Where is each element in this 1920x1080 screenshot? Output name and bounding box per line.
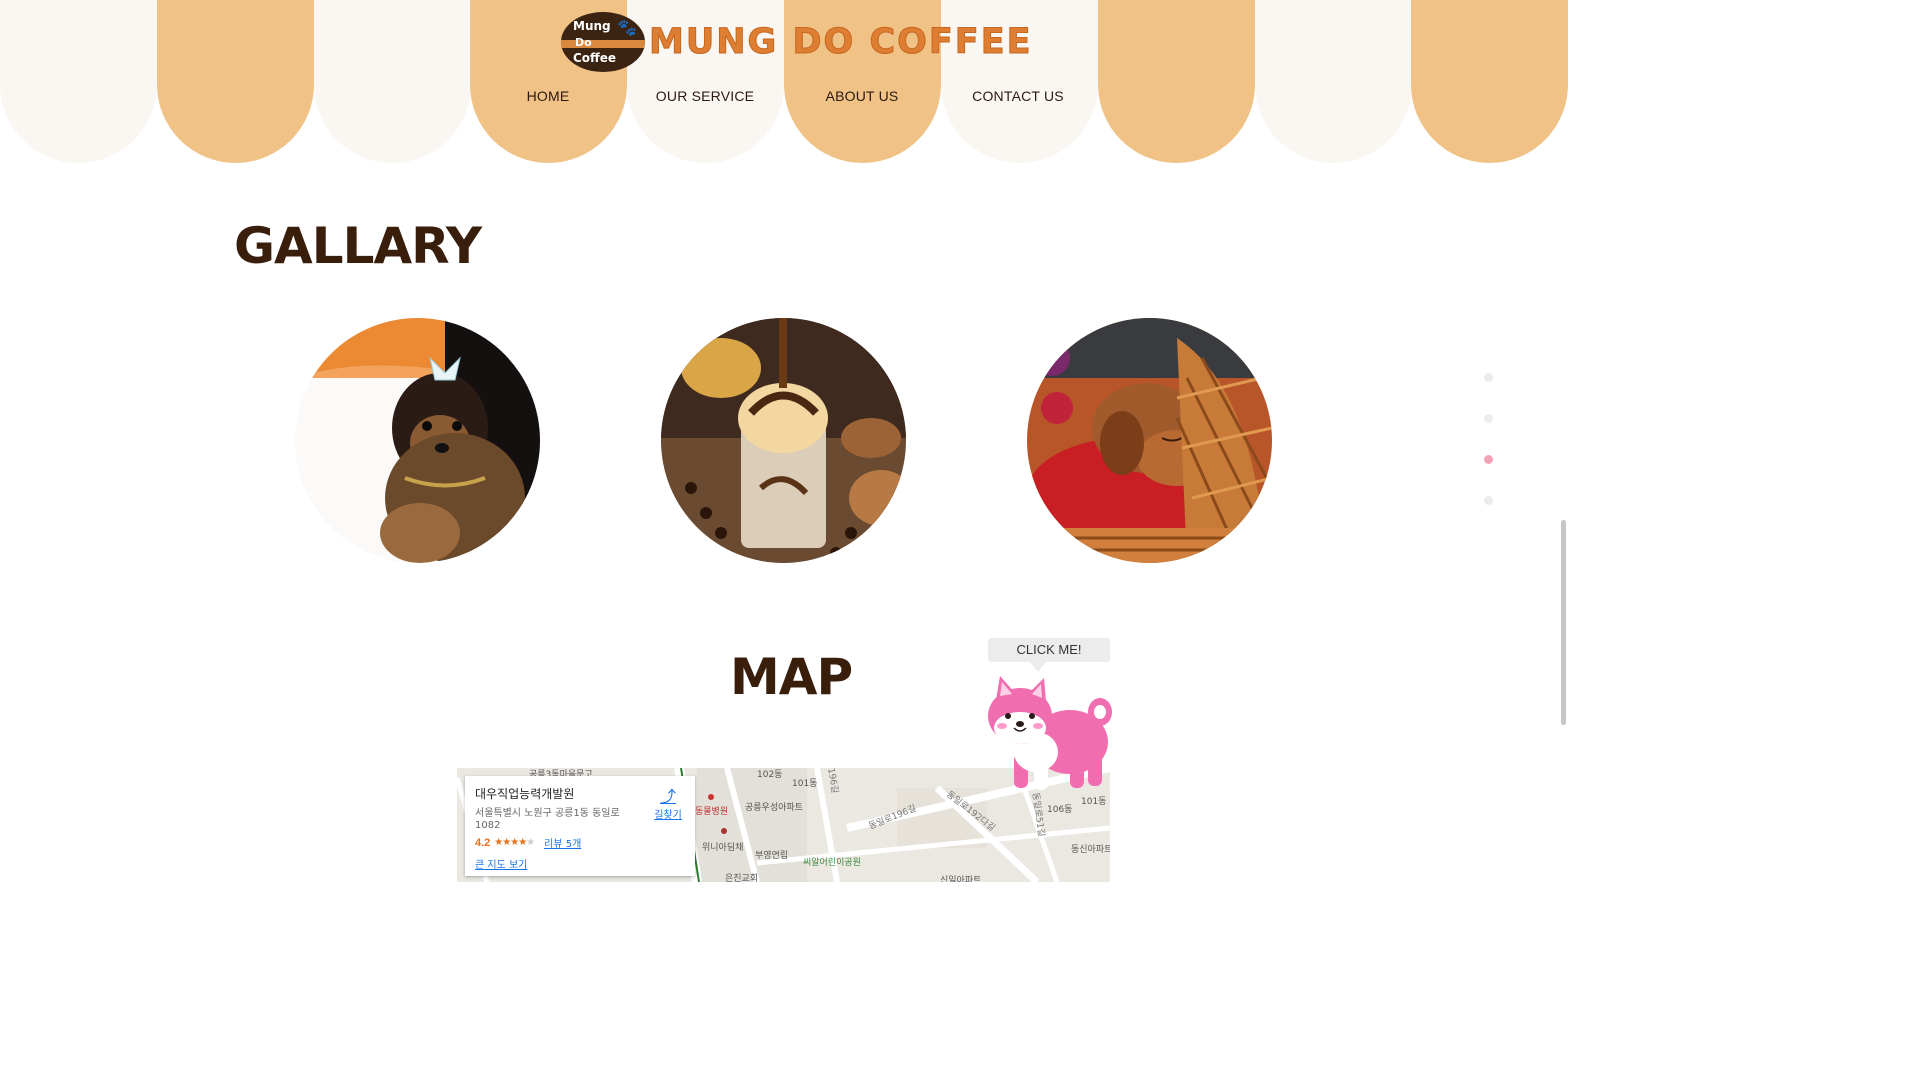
directions-label: 길찾기 (654, 810, 682, 821)
awning-scallop (314, 0, 471, 163)
map-label: 부영연립 (755, 851, 789, 861)
nav-about-us[interactable]: ABOUT US (826, 88, 899, 104)
logo-word: Mung (573, 19, 611, 33)
page-dot[interactable] (1484, 496, 1493, 505)
map-title: MAP (730, 648, 853, 706)
page-dot[interactable] (1484, 414, 1493, 423)
place-address: 서울특별시 노원구 공릉1동 동일로 1082 (475, 808, 620, 831)
reviews-link[interactable]: 리뷰 5개 (544, 835, 581, 850)
gallery-photo-puppy[interactable] (295, 318, 540, 563)
map-label: 위니아딤채 (702, 843, 744, 853)
gallery-photo-basket-puppy[interactable] (1027, 318, 1272, 563)
directions-icon: ⤴ (659, 787, 676, 806)
nav-contact-us[interactable]: CONTACT US (972, 88, 1064, 104)
scroll-thumb[interactable] (1561, 520, 1566, 725)
map-label: 102동 (757, 770, 783, 780)
page-scrollbar[interactable] (1560, 0, 1568, 882)
map-label: 동신아파트 (1071, 845, 1110, 855)
awning-scallop (0, 0, 157, 163)
map-place-card: 대우직업능력개발원 서울특별시 노원구 공릉1동 동일로 1082 4.2 ★★… (465, 776, 695, 876)
view-larger-map-link[interactable]: 큰 지도 보기 (475, 856, 527, 871)
map-label: 신일아파트 (940, 876, 982, 882)
nav-home[interactable]: HOME (527, 88, 570, 104)
place-rating: 4.2 ★★★★★ 리뷰 5개 (475, 835, 581, 851)
bubble-tail (1030, 662, 1046, 672)
paw-icon: 🐾 (617, 20, 637, 37)
brand-title: MUNG DO COFFEE (649, 22, 1033, 63)
awning-scallop (157, 0, 314, 163)
awning-scallop (1098, 0, 1255, 163)
click-me-bubble[interactable]: CLICK ME! (988, 638, 1110, 662)
map-label: 106동 (1047, 805, 1073, 815)
map-label: 101동 (792, 779, 818, 789)
awning-scallop (1255, 0, 1412, 163)
brand-logo[interactable]: Mung Do Coffee 🐾 MUNG DO COFFEE (561, 12, 1033, 72)
logo-badge: Mung Do Coffee 🐾 (561, 12, 645, 72)
logo-word: Coffee (573, 51, 617, 65)
logo-word: Do (575, 36, 592, 49)
main-nav: HOME OUR SERVICE ABOUT US CONTACT US (0, 88, 1568, 108)
map-label: 공릉우성아파트 (745, 803, 803, 813)
nav-our-service[interactable]: OUR SERVICE (656, 88, 754, 104)
gallery-photo-affogato[interactable] (661, 318, 906, 563)
map-label: 101동 (1081, 797, 1107, 807)
directions-button[interactable]: ⤴ 길찾기 (651, 787, 685, 822)
map-label: 동물병원 (695, 807, 729, 817)
rating-stars: ★★★★★ (494, 837, 535, 848)
map-label: 은진교회 (725, 874, 759, 882)
shiba-mascot[interactable] (986, 672, 1114, 794)
gallery-title: GALLARY (234, 217, 482, 275)
section-pagination (1484, 373, 1494, 513)
map-label: 씨알어린이공원 (803, 858, 861, 868)
page-dot-active[interactable] (1484, 455, 1493, 464)
page-dot[interactable] (1484, 373, 1493, 382)
rating-score: 4.2 (475, 836, 491, 849)
awning-scallop (1411, 0, 1568, 163)
